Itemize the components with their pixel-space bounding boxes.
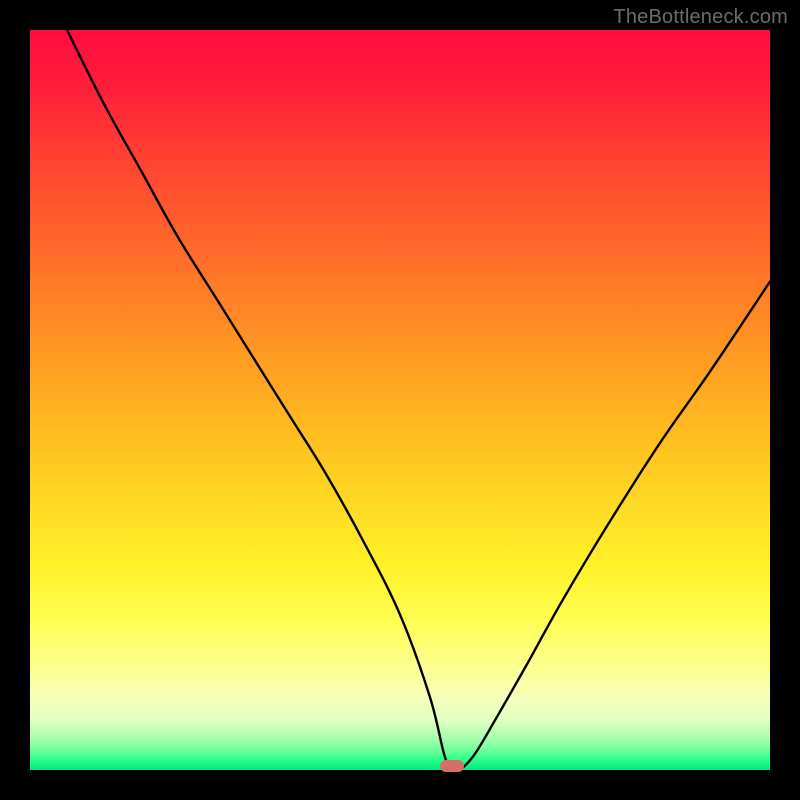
chart-frame: TheBottleneck.com — [0, 0, 800, 800]
plot-area — [30, 30, 770, 770]
optimal-point-marker — [440, 760, 464, 772]
curve-path — [67, 30, 770, 770]
watermark-text: TheBottleneck.com — [613, 6, 788, 29]
bottleneck-curve — [30, 30, 770, 770]
